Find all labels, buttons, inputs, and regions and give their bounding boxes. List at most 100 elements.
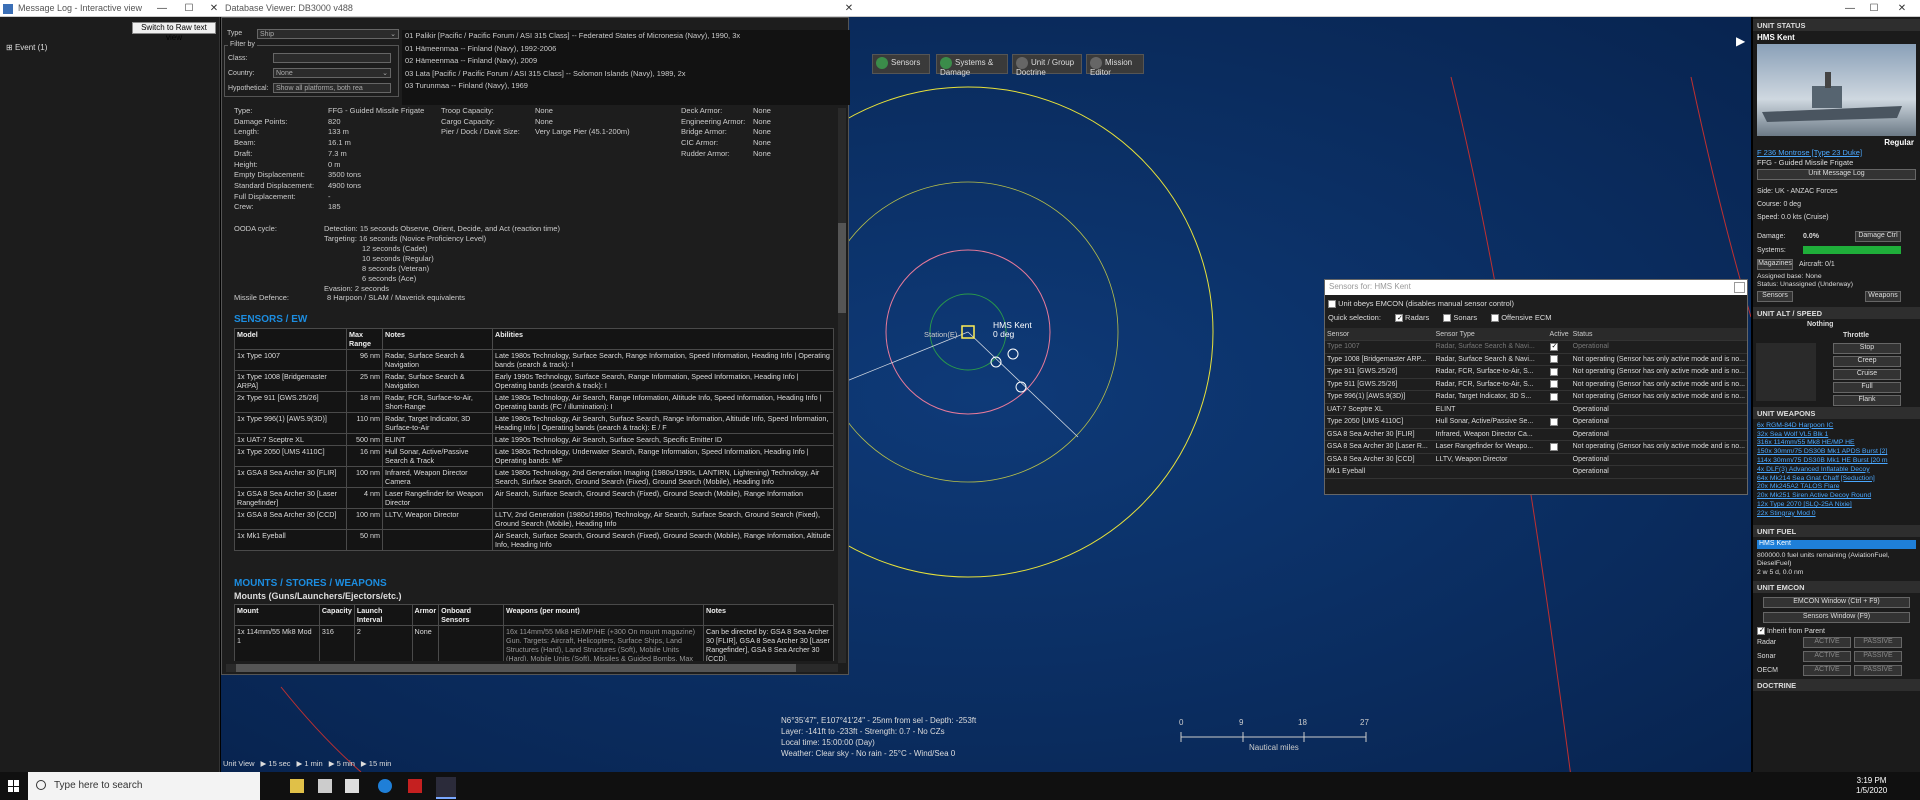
active-checkbox[interactable]	[1549, 392, 1558, 401]
time-15sec[interactable]: ▶ 15 sec	[261, 759, 291, 772]
weapon-link[interactable]: 20x Mk251 Siren Active Decoy Round	[1757, 492, 1916, 501]
emcon-checkbox[interactable]: Unit obeys EMCON (disables manual sensor…	[1328, 299, 1514, 309]
emcon-passive-button[interactable]: PASSIVE	[1854, 650, 1902, 662]
active-checkbox[interactable]	[1549, 417, 1558, 426]
app-maximize-icon[interactable]: ☐	[1860, 0, 1888, 17]
time-5min[interactable]: ▶ 5 min	[329, 759, 355, 772]
active-cell[interactable]	[1547, 340, 1571, 354]
raw-text-view-button[interactable]: Switch to Raw text view	[132, 22, 216, 42]
active-cell[interactable]	[1547, 378, 1571, 391]
emcon-window-button[interactable]: EMCON Window (Ctrl + F9)	[1763, 597, 1910, 609]
event-tree-item[interactable]: ⊞ Event (1)	[6, 43, 47, 52]
weapon-link[interactable]: 150x 30mm/75 DS30B Mk1 APDS Burst [2]	[1757, 448, 1916, 457]
sensors-button[interactable]: Sensors	[1757, 290, 1793, 302]
emcon-passive-button[interactable]: PASSIVE	[1854, 664, 1902, 676]
sensors-window-button[interactable]: Sensors Window (F9)	[1763, 612, 1910, 624]
sensor-row[interactable]: Type 911 [GWS.25/26] Radar, FCR, Surface-…	[1325, 365, 1747, 379]
systems-damage-button[interactable]: Systems & Damage	[936, 54, 1008, 76]
weapon-link[interactable]: 12x Type 2070 [SLQ-25A Nixie]	[1757, 501, 1916, 510]
mission-editor-button[interactable]: Mission Editor	[1086, 54, 1144, 76]
weapon-link[interactable]: 316x 114mm/55 Mk8 HE/MP HE	[1757, 439, 1916, 448]
active-cell[interactable]	[1547, 353, 1571, 366]
active-checkbox[interactable]	[1549, 342, 1558, 351]
platform-list[interactable]: 01 Palikir [Pacific / Pacific Forum / AS…	[402, 30, 850, 105]
doctrine-button[interactable]: Unit / Group Doctrine	[1012, 54, 1082, 76]
emcon-active-button[interactable]: ACTIVE	[1803, 664, 1851, 676]
list-item[interactable]: 02 Hämeenmaa -- Finland (Navy), 2009	[402, 55, 850, 68]
sensor-row[interactable]: GSA 8 Sea Archer 30 [Laser R... Laser Ran…	[1325, 440, 1747, 454]
active-checkbox[interactable]	[1549, 367, 1558, 376]
weapon-link[interactable]: 6x RGM-84D Harpoon IC	[1757, 422, 1916, 431]
active-checkbox[interactable]	[1549, 355, 1558, 364]
speed-creep-button[interactable]: Creep	[1833, 355, 1901, 367]
active-cell[interactable]	[1547, 390, 1571, 404]
sensor-row[interactable]: Type 1008 [Bridgemaster ARP... Radar, Sur…	[1325, 353, 1747, 366]
speed-flank-button[interactable]: Flank	[1833, 394, 1901, 406]
file-explorer-icon[interactable]	[290, 779, 304, 793]
magazines-button[interactable]: Magazines	[1757, 258, 1793, 270]
hypothetical-select[interactable]: Show all platforms, both rea	[273, 83, 391, 93]
edge-icon[interactable]	[378, 779, 392, 793]
db-scrollbar[interactable]	[838, 108, 846, 663]
sensor-row[interactable]: Type 911 [GWS.25/26] Radar, FCR, Surface-…	[1325, 378, 1747, 391]
minimize-icon[interactable]: —	[148, 0, 176, 17]
sensor-row[interactable]: Type 996(1) [AWS.9(3D)] Radar, Target Ind…	[1325, 390, 1747, 404]
class-link[interactable]: F 236 Montrose [Type 23 Duke]	[1753, 148, 1920, 158]
type-select[interactable]: Ship ⌄	[257, 29, 399, 39]
list-item[interactable]: 03 Lata [Pacific / Pacific Forum / ASI 3…	[402, 68, 850, 81]
speed-full-button[interactable]: Full	[1833, 381, 1901, 393]
list-item[interactable]: 01 Hämeenmaa -- Finland (Navy), 1992-200…	[402, 43, 850, 56]
store-icon[interactable]	[318, 779, 332, 793]
db-close-icon[interactable]: ✕	[835, 0, 863, 17]
list-item[interactable]: 03 Turunmaa -- Finland (Navy), 1969	[402, 80, 850, 93]
sonars-checkbox[interactable]: Sonars	[1443, 313, 1477, 323]
active-checkbox[interactable]	[1549, 442, 1558, 451]
active-cell[interactable]	[1547, 428, 1571, 441]
weapon-link[interactable]: 4x DLF(3) Advanced Inflatable Decoy	[1757, 466, 1916, 475]
weapon-link[interactable]: 20x Mk245A2 TALOS Flare	[1757, 483, 1916, 492]
windows-start-icon[interactable]	[8, 780, 20, 792]
panel-toggle-icon[interactable]: ▶	[1736, 34, 1745, 48]
active-cell[interactable]	[1547, 453, 1571, 466]
active-cell[interactable]	[1547, 365, 1571, 379]
active-checkbox[interactable]	[1549, 380, 1558, 389]
taskbar-search[interactable]: Type here to search	[28, 772, 260, 800]
altitude-slider[interactable]	[1756, 342, 1816, 401]
cmo-app-icon[interactable]	[436, 777, 456, 799]
active-cell[interactable]	[1547, 415, 1571, 429]
time-1min[interactable]: ▶ 1 min	[297, 759, 323, 772]
active-cell[interactable]	[1547, 403, 1571, 416]
active-cell[interactable]	[1547, 440, 1571, 454]
ecm-checkbox[interactable]: Offensive ECM	[1491, 313, 1551, 323]
unit-message-log-button[interactable]: Unit Message Log	[1757, 168, 1916, 180]
sensor-row[interactable]: Type 2050 [UMS 4110C] Hull Sonar, Active/…	[1325, 415, 1747, 429]
weapon-link[interactable]: 22x Stingray Mod 0	[1757, 510, 1916, 519]
sensor-row[interactable]: Type 1007 Radar, Surface Search & Navi...…	[1325, 340, 1747, 354]
weapons-button[interactable]: Weapons	[1865, 290, 1901, 302]
sensor-row[interactable]: UAT-7 Sceptre XL ELINT Operational	[1325, 403, 1747, 416]
unit-view-toggle[interactable]: Unit View	[223, 759, 255, 772]
active-cell[interactable]	[1547, 465, 1571, 479]
emcon-active-button[interactable]: ACTIVE	[1803, 650, 1851, 662]
weapon-link[interactable]: 114x 30mm/75 DS30B Mk1 HE Burst [20 m	[1757, 457, 1916, 466]
sensor-row[interactable]: Mk1 Eyeball Operational	[1325, 465, 1747, 479]
emcon-active-button[interactable]: ACTIVE	[1803, 636, 1851, 648]
sensors-close-icon[interactable]	[1734, 282, 1745, 293]
class-input[interactable]	[273, 53, 391, 63]
sensor-row[interactable]: GSA 8 Sea Archer 30 [CCD] LLTV, Weapon Di…	[1325, 453, 1747, 466]
radars-checkbox[interactable]: Radars	[1394, 313, 1429, 323]
weapon-link[interactable]: 64x Mk214 Sea Gnat Chaff [Seduction]	[1757, 475, 1916, 484]
time-15min[interactable]: ▶ 15 min	[361, 759, 391, 772]
close-icon[interactable]: ✕	[200, 0, 228, 17]
inherit-checkbox[interactable]: Inherit from Parent	[1753, 627, 1920, 636]
db-hscrollbar[interactable]	[226, 664, 838, 672]
app-close-icon[interactable]: ✕	[1888, 0, 1916, 17]
speed-stop-button[interactable]: Stop	[1833, 342, 1901, 354]
mail-icon[interactable]	[345, 779, 359, 793]
sensor-row[interactable]: GSA 8 Sea Archer 30 [FLIR] Infrared, Weap…	[1325, 428, 1747, 441]
acrobat-icon[interactable]	[408, 779, 422, 793]
clock[interactable]: 3:19 PM 1/5/2020	[1856, 776, 1887, 796]
weapon-link[interactable]: 32x Sea Wolf VL5 Blk 1	[1757, 431, 1916, 440]
speed-cruise-button[interactable]: Cruise	[1833, 368, 1901, 380]
damage-control-button[interactable]: Damage Ctrl	[1855, 230, 1901, 242]
